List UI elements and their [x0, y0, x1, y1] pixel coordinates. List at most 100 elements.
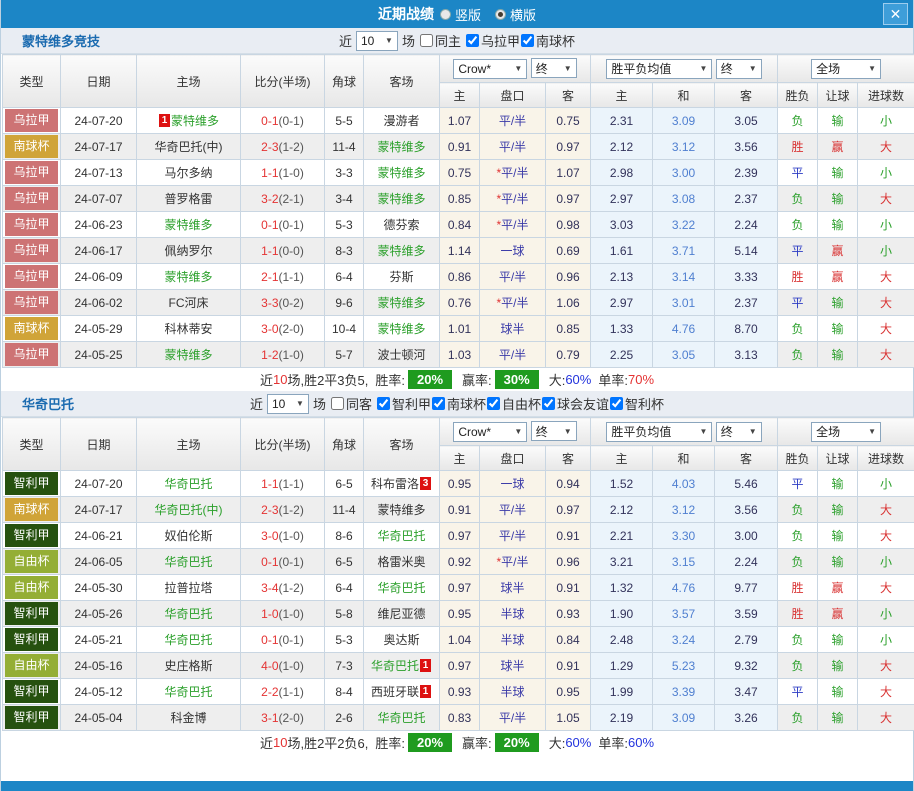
same-venue-checkbox[interactable] [420, 34, 433, 47]
radio-horizontal-layout[interactable]: 横版 [495, 5, 536, 24]
odds-source-select[interactable]: Crow* ▼ [453, 422, 527, 442]
handicap-cell: 平/半 [480, 497, 546, 523]
team-name-text: 蒙特维多 [377, 192, 425, 206]
league-filter-label: 球会友谊 [557, 394, 609, 413]
league-filter-checkbox[interactable] [521, 34, 534, 47]
handicap-cell: 球半 [480, 575, 546, 601]
team-name-text: 蒙特维多 [377, 140, 425, 154]
radio-circle-icon[interactable] [440, 9, 451, 20]
team-name-text: 蒙特维多 [377, 296, 425, 310]
league-filter[interactable]: 智利甲 [376, 394, 431, 413]
league-filter[interactable]: 南球杯 [431, 394, 486, 413]
single-rate-value: 70% [628, 372, 654, 387]
league-type-cell: 自由杯 [3, 575, 61, 601]
radio-circle-icon[interactable] [495, 9, 506, 20]
league-filter-checkbox[interactable] [542, 397, 555, 410]
league-filter-checkbox[interactable] [610, 397, 623, 410]
chevron-down-icon: ▼ [385, 36, 393, 45]
result-wdl: 平 [778, 290, 818, 316]
away-team-cell: 华奇巴托1 [364, 653, 440, 679]
summary-bar: 近 10 场,胜2平2负6, 胜率: 20% 赢率: 20% 大: 60% 单率… [1, 731, 913, 754]
handicap-cell: 半球 [480, 601, 546, 627]
home-team-cell: 拉普拉塔 [137, 575, 241, 601]
league-filter-checkbox[interactable] [466, 34, 479, 47]
europe-odds-source-select[interactable]: 胜平负均值 ▼ [606, 59, 712, 79]
euro-draw-odds: 3.22 [653, 212, 715, 238]
win-rate-badge: 20% [408, 733, 452, 752]
halftime-score: (1-0) [279, 166, 304, 180]
europe-odds-final-select[interactable]: 终 ▼ [716, 422, 762, 442]
corners-cell: 9-6 [325, 290, 364, 316]
league-filter[interactable]: 乌拉甲 [465, 31, 520, 50]
corners-cell: 8-3 [325, 238, 364, 264]
europe-odds-final-select[interactable]: 终 ▼ [716, 59, 762, 79]
league-filter[interactable]: 智利杯 [609, 394, 664, 413]
euro-home-odds: 3.21 [591, 549, 653, 575]
europe-odds-source-select[interactable]: 胜平负均值 ▼ [606, 422, 712, 442]
big-rate-label: 大: [549, 370, 566, 389]
odds-final-select[interactable]: 终 ▼ [531, 58, 577, 78]
result-handicap: 输 [818, 653, 858, 679]
same-venue-filter[interactable]: 同主 [419, 31, 461, 50]
radio-vertical-layout[interactable]: 竖版 [440, 5, 481, 24]
halftime-score: (0-1) [279, 633, 304, 647]
odds-source-select[interactable]: Crow* ▼ [453, 59, 527, 79]
home-team-cell: 蒙特维多 [137, 212, 241, 238]
handicap-text: 半球 [500, 685, 524, 699]
result-handicap: 输 [818, 186, 858, 212]
asian-away-odds: 0.97 [546, 134, 591, 160]
league-filter-checkbox[interactable] [377, 397, 390, 410]
asian-away-odds: 0.91 [546, 523, 591, 549]
result-goals: 大 [858, 575, 914, 601]
league-type-badge: 乌拉甲 [5, 109, 58, 132]
result-goals: 大 [858, 186, 914, 212]
result-goals: 大 [858, 497, 914, 523]
league-type-cell: 自由杯 [3, 653, 61, 679]
handicap-cell: *平/半 [480, 186, 546, 212]
asian-away-odds: 0.69 [546, 238, 591, 264]
league-filter-checkbox[interactable] [487, 397, 500, 410]
euro-home-odds: 2.31 [591, 108, 653, 134]
team-name-text: 马尔多纳 [164, 166, 212, 180]
recent-count-select[interactable]: 10 ▼ [356, 31, 398, 51]
away-team-cell: 蒙特维多 [364, 134, 440, 160]
euro-home-odds: 1.99 [591, 679, 653, 705]
same-venue-checkbox[interactable] [331, 397, 344, 410]
close-button[interactable]: ✕ [883, 3, 908, 25]
handicap-text: 半球 [500, 633, 524, 647]
league-filter[interactable]: 自由杯 [486, 394, 541, 413]
league-type-badge: 智利甲 [5, 680, 58, 703]
scope-select[interactable]: 全场 ▼ [811, 422, 881, 442]
odds-final-select[interactable]: 终 ▼ [531, 421, 577, 441]
fulltime-score: 1-0 [261, 607, 278, 621]
corners-cell: 11-4 [325, 497, 364, 523]
section-header: 华奇巴托 近 10 ▼ 场 同客 智利甲南球杯自由杯球会友谊智利杯 [1, 391, 913, 417]
league-type-badge: 自由杯 [5, 576, 58, 599]
result-wdl: 负 [778, 108, 818, 134]
handicap-cell: 半球 [480, 627, 546, 653]
win-rate-label: 胜率: [375, 370, 405, 389]
scope-select[interactable]: 全场 ▼ [811, 59, 881, 79]
win-rate-label: 胜率: [375, 733, 405, 752]
fulltime-score: 3-3 [261, 296, 278, 310]
league-filter-label: 南球杯 [447, 394, 486, 413]
team-name-text: 华奇巴托 [164, 607, 212, 621]
league-type-cell: 南球杯 [3, 316, 61, 342]
league-filter-checkbox[interactable] [432, 397, 445, 410]
subcol-handicap: 盘口 [480, 446, 546, 471]
match-date: 24-06-09 [61, 264, 137, 290]
euro-home-odds: 2.21 [591, 523, 653, 549]
euro-home-odds: 2.97 [591, 186, 653, 212]
league-filter[interactable]: 球会友谊 [541, 394, 609, 413]
euro-away-odds: 5.46 [715, 471, 778, 497]
same-venue-filter[interactable]: 同客 [330, 394, 372, 413]
title-bar: 近期战绩 竖版 横版 ✕ [1, 0, 913, 28]
league-filter[interactable]: 南球杯 [520, 31, 575, 50]
match-row: 自由杯24-06-05华奇巴托0-1(0-1)6-5格雷米奥0.92*平/半0.… [3, 549, 914, 575]
euro-home-odds: 2.48 [591, 627, 653, 653]
recent-count-select[interactable]: 10 ▼ [267, 394, 309, 414]
away-team-cell: 科布雷洛3 [364, 471, 440, 497]
fulltime-score: 2-3 [261, 140, 278, 154]
euro-away-odds: 2.37 [715, 290, 778, 316]
result-wdl: 负 [778, 212, 818, 238]
